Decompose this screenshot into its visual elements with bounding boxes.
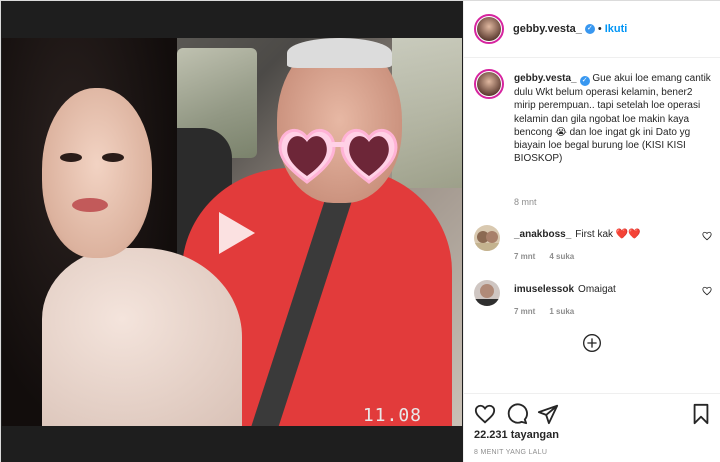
heart-icon[interactable] — [702, 231, 712, 241]
posted-time[interactable]: 8 MENIT YANG LALU — [474, 449, 547, 456]
action-bar — [464, 393, 720, 431]
avatar[interactable] — [474, 225, 500, 251]
video-timestamp: 11.08 — [362, 405, 422, 426]
share-icon[interactable] — [537, 403, 559, 425]
heart-sunglasses-sticker — [278, 129, 398, 184]
avatar[interactable] — [474, 280, 500, 306]
verified-badge-icon: ✓ — [579, 76, 590, 86]
caption-avatar[interactable] — [474, 69, 504, 99]
comment-likes[interactable]: 1 suka — [549, 307, 574, 316]
caption-username[interactable]: gebby.vesta_ — [514, 73, 577, 84]
comment-likes[interactable]: 4 suka — [549, 252, 574, 261]
view-count[interactable]: 22.231 tayangan — [474, 429, 559, 441]
post-header: gebby.vesta_ ✓ • Ikuti — [464, 1, 720, 58]
comment-text: Omaigat — [578, 284, 616, 295]
follow-button[interactable]: Ikuti — [605, 23, 628, 35]
play-icon[interactable] — [209, 208, 259, 258]
header-username[interactable]: gebby.vesta_ — [513, 23, 582, 35]
heart-icon[interactable] — [702, 286, 712, 296]
load-more-icon[interactable] — [582, 333, 602, 353]
comment-time[interactable]: 7 mnt — [514, 307, 535, 316]
comment-time[interactable]: 7 mnt — [514, 252, 535, 261]
comment-username[interactable]: imuselessok — [514, 284, 574, 295]
comment-username[interactable]: _anakboss_ — [514, 229, 571, 240]
post-sidebar: gebby.vesta_ ✓ • Ikuti gebby.vesta_ ✓ Gue… — [463, 1, 720, 462]
verified-badge-icon: ✓ — [584, 24, 595, 34]
bookmark-icon[interactable] — [690, 403, 712, 425]
heart-icon[interactable] — [474, 403, 496, 425]
caption-text: Gue akui loe emang cantik dulu Wkt belum… — [514, 73, 711, 165]
video-player[interactable]: 11.08 — [1, 1, 463, 462]
avatar[interactable] — [474, 14, 504, 44]
comment-icon[interactable] — [506, 403, 528, 425]
post-modal: 11.08 gebby.vesta_ ✓ • Ikuti gebby.vesta… — [0, 0, 720, 462]
separator-dot: • — [597, 23, 602, 35]
comment-text: First kak ❤️❤️ — [575, 229, 641, 240]
caption-time[interactable]: 8 mnt — [514, 197, 537, 207]
